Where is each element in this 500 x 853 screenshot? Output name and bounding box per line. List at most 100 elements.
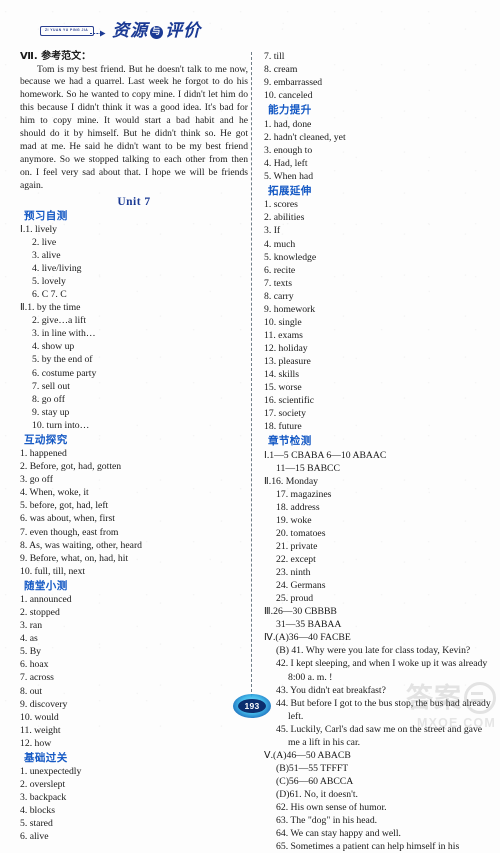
- section-heading: 互动探究: [24, 433, 68, 446]
- essay-body: Tom is my best friend. But he doesn't ta…: [20, 63, 248, 191]
- logo-pinyin: ZI YUAN YU PING JIA: [45, 28, 89, 33]
- right-sections: 能力提升 1. had, done 2. hadn't cleaned, yet 3.…: [262, 103, 494, 644]
- answer-item: 9. embarrassed: [264, 77, 323, 89]
- answer-key-page: ZI YUAN YU PING JIA 资源与评价 Ⅶ. 参考范文： Tom i…: [0, 0, 500, 852]
- answer-item: 10. would: [20, 711, 59, 723]
- answer-item: 1. unexpectedly: [20, 766, 82, 778]
- answer-item: 18. future: [264, 421, 302, 433]
- answer-item: 3. ran: [20, 620, 43, 632]
- answer-list: 1. happened 2. Before, got, had, gotten 3.…: [18, 447, 250, 577]
- content-columns: Ⅶ. 参考范文： Tom is my best friend. But he d…: [0, 50, 500, 852]
- answer-item: 9. Before, what, on, had, hit: [20, 552, 129, 564]
- answer-list: 1. scores 2. abilities 3. If 4. much 5. know…: [262, 198, 494, 433]
- answer-item: 15. worse: [264, 382, 302, 394]
- right-column: 7. till 8. cream 9. embarrassed 10. cancele…: [262, 50, 494, 853]
- logo-title-part2: 评价: [165, 20, 202, 41]
- final-section: Ⅴ.(A)46—50 ABACB (B)51—55 TFFFT (C)56—60 A…: [262, 749, 494, 840]
- dialogue-line: 45. Luckily, Carl's dad saw me on the st…: [276, 723, 483, 748]
- answer-item: 7. sell out: [32, 380, 70, 392]
- answer-item: (B)51—55 TFFFT: [276, 762, 349, 774]
- answer-item: 7. till: [264, 51, 285, 62]
- answer-item: 4. blocks: [20, 805, 55, 817]
- answer-item: 1. scores: [264, 199, 298, 211]
- answer-item: 6. hoax: [20, 659, 49, 671]
- answer-item: 7. even though, east from: [20, 526, 119, 538]
- answer-item: 4. as: [20, 633, 38, 645]
- answer-item: 9. discovery: [20, 698, 68, 710]
- answer-item: 3. alive: [32, 250, 61, 262]
- page-number: 193: [244, 701, 260, 711]
- answer-item: 7. across: [20, 672, 54, 684]
- answer-item: Ⅰ.1—5 CBABA 6—10 ABAAC: [264, 449, 387, 461]
- answer-item: 64. We can stay happy and well.: [276, 828, 401, 840]
- answer-item: 5. lovely: [32, 276, 66, 288]
- answer-item: 11—15 BABCC: [276, 462, 340, 474]
- answer-item: 25. proud: [276, 593, 314, 605]
- dialogue-line: 44. But before I got to the bus stop, th…: [276, 697, 491, 722]
- answer-item: 21. private: [276, 541, 318, 553]
- answer-item: (D)61. No, it doesn't.: [276, 788, 358, 800]
- answer-item: 4. show up: [32, 341, 75, 353]
- answer-item: 17. society: [264, 408, 306, 420]
- answer-item: 9. stay up: [32, 406, 70, 418]
- answer-item: 6. was about, when, first: [20, 513, 115, 525]
- answer-item: 5. by the end of: [32, 354, 93, 366]
- answer-item: 6. recite: [264, 264, 296, 276]
- answer-item: 8. carry: [264, 290, 294, 302]
- answer-item: Ⅴ.(A)46—50 ABACB: [264, 749, 351, 761]
- left-sections: 预习自测 Ⅰ.1. lively 2. live 3. alive 4. live/li…: [18, 209, 250, 844]
- answer-item: Ⅱ.16. Monday: [264, 475, 319, 487]
- logo-box: ZI YUAN YU PING JIA: [40, 26, 106, 37]
- answer-item: 2. stopped: [20, 607, 60, 619]
- answer-item: 24. Germans: [276, 580, 326, 592]
- section-heading: 能力提升: [268, 104, 312, 117]
- answer-item: Ⅳ.(A)36—40 FACBE: [264, 632, 351, 644]
- answer-item: 6. C 7. C: [32, 289, 67, 301]
- answer-item: 62. His own sense of humor.: [276, 801, 387, 813]
- section-heading: 拓展延伸: [268, 184, 312, 197]
- masthead-logo: ZI YUAN YU PING JIA 资源与评价: [40, 16, 201, 46]
- answer-item: Ⅱ.1. by the time: [20, 302, 81, 314]
- answer-item: 11. exams: [264, 329, 303, 341]
- answer-item: 2. overslept: [20, 779, 66, 791]
- answer-item: 10. turn into…: [32, 419, 90, 431]
- dialogue-line: (B) 41. Why were you late for class toda…: [276, 645, 471, 657]
- unit-title: Unit 7: [117, 195, 151, 208]
- answer-item: 16. scientific: [264, 395, 315, 407]
- answer-list: 1. announced 2. stopped 3. ran 4. as 5. By 6.…: [18, 593, 250, 750]
- answer-item: 3. enough to: [264, 144, 313, 156]
- answer-item: 2. hadn't cleaned, yet: [264, 131, 346, 143]
- answer-item: 22. except: [276, 554, 316, 566]
- answer-item: 5. knowledge: [264, 251, 317, 263]
- logo-title: 资源与评价: [112, 20, 202, 41]
- answer-item: 13. pleasure: [264, 355, 311, 367]
- answer-item: 3. backpack: [20, 792, 67, 804]
- answer-item: 8. go off: [32, 393, 65, 405]
- arrow-icon: [90, 30, 106, 37]
- answer-item: 17. magazines: [276, 488, 332, 500]
- answer-item: 12. how: [20, 737, 52, 749]
- answer-item: 3. in line with…: [32, 328, 96, 340]
- answer-list: 1. unexpectedly 2. overslept 3. backpack 4.…: [18, 765, 250, 843]
- answer-item: 7. texts: [264, 277, 292, 289]
- answer-item: 20. tomatoes: [276, 528, 326, 539]
- answer-item: 4. much: [264, 238, 296, 250]
- answer-item: 4. live/living: [32, 263, 82, 275]
- answer-list: 1. had, done 2. hadn't cleaned, yet 3. eno…: [262, 118, 494, 183]
- essay-heading: Ⅶ. 参考范文：: [20, 51, 92, 62]
- section-heading: 基础过关: [24, 751, 68, 764]
- last-line-wrap: 65. Sometimes a patient can help himself…: [262, 840, 494, 853]
- answer-item: 5. By: [20, 646, 41, 658]
- last-line: 65. Sometimes a patient can help himself…: [276, 841, 460, 853]
- answer-item: 2. live: [32, 237, 57, 249]
- answer-item: 14. skills: [264, 369, 299, 380]
- answer-item: 11. weight: [20, 724, 61, 736]
- section-heading: 预习自测: [24, 209, 68, 222]
- answer-item: 1. had, done: [264, 118, 312, 130]
- answer-item: 3. go off: [20, 474, 53, 486]
- answer-item: 19. woke: [276, 514, 312, 526]
- answer-item: 6. alive: [20, 831, 49, 843]
- answer-item: 1. happened: [20, 448, 67, 460]
- answer-item: 4. Had, left: [264, 157, 308, 169]
- logo-title-part1: 资源: [112, 20, 149, 41]
